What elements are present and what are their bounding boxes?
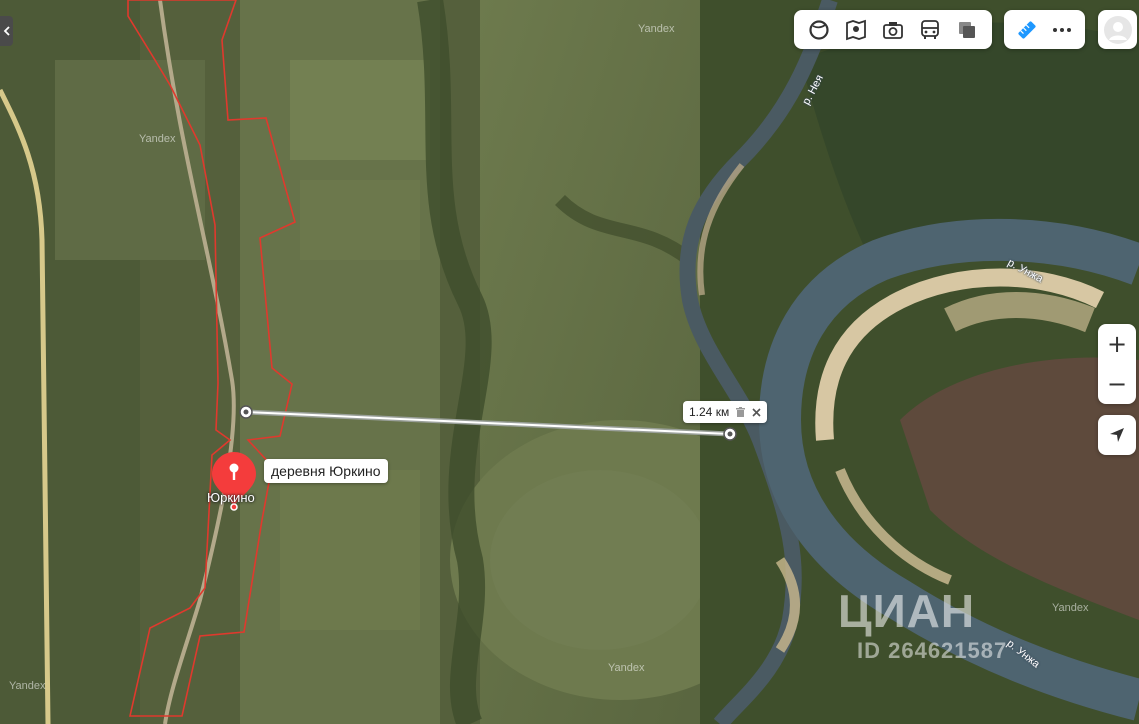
chevron-left-icon [3,26,10,36]
zoom-in-button[interactable]: + [1098,324,1136,364]
yandex-watermark: Yandex [139,133,176,145]
avatar-icon [1103,15,1132,44]
distance-value: 1.24 км [689,405,730,419]
tools-toolbar [1004,10,1085,49]
collapse-panel-button[interactable] [0,16,13,46]
location-arrow-icon [1110,428,1124,442]
zoom-control: + − [1098,324,1136,404]
photo-icon[interactable] [874,10,911,49]
geolocation-button[interactable] [1098,415,1136,455]
profile-button[interactable] [1098,10,1137,49]
close-icon[interactable] [752,407,761,417]
place-popup[interactable]: деревня Юркино [264,459,388,483]
traffic-icon[interactable] [800,10,837,49]
yandex-watermark: Yandex [1052,602,1089,614]
zoom-out-button[interactable]: − [1098,364,1136,404]
panorama-icon[interactable] [837,10,874,49]
town-label: Юркино [207,490,255,505]
trash-icon[interactable] [736,407,746,417]
yandex-watermark: Yandex [9,680,46,692]
layers-toolbar [794,10,992,49]
ruler-distance-label: 1.24 км [683,401,768,423]
listing-id-watermark: ID 264621587 [857,638,1008,663]
ruler-icon[interactable] [1010,10,1045,49]
cian-watermark: ЦИАН [838,585,976,637]
yandex-watermark: Yandex [608,662,645,674]
layers-icon[interactable] [949,10,986,49]
transport-icon[interactable] [912,10,949,49]
yandex-watermark: Yandex [638,23,675,35]
more-icon[interactable] [1045,10,1080,49]
